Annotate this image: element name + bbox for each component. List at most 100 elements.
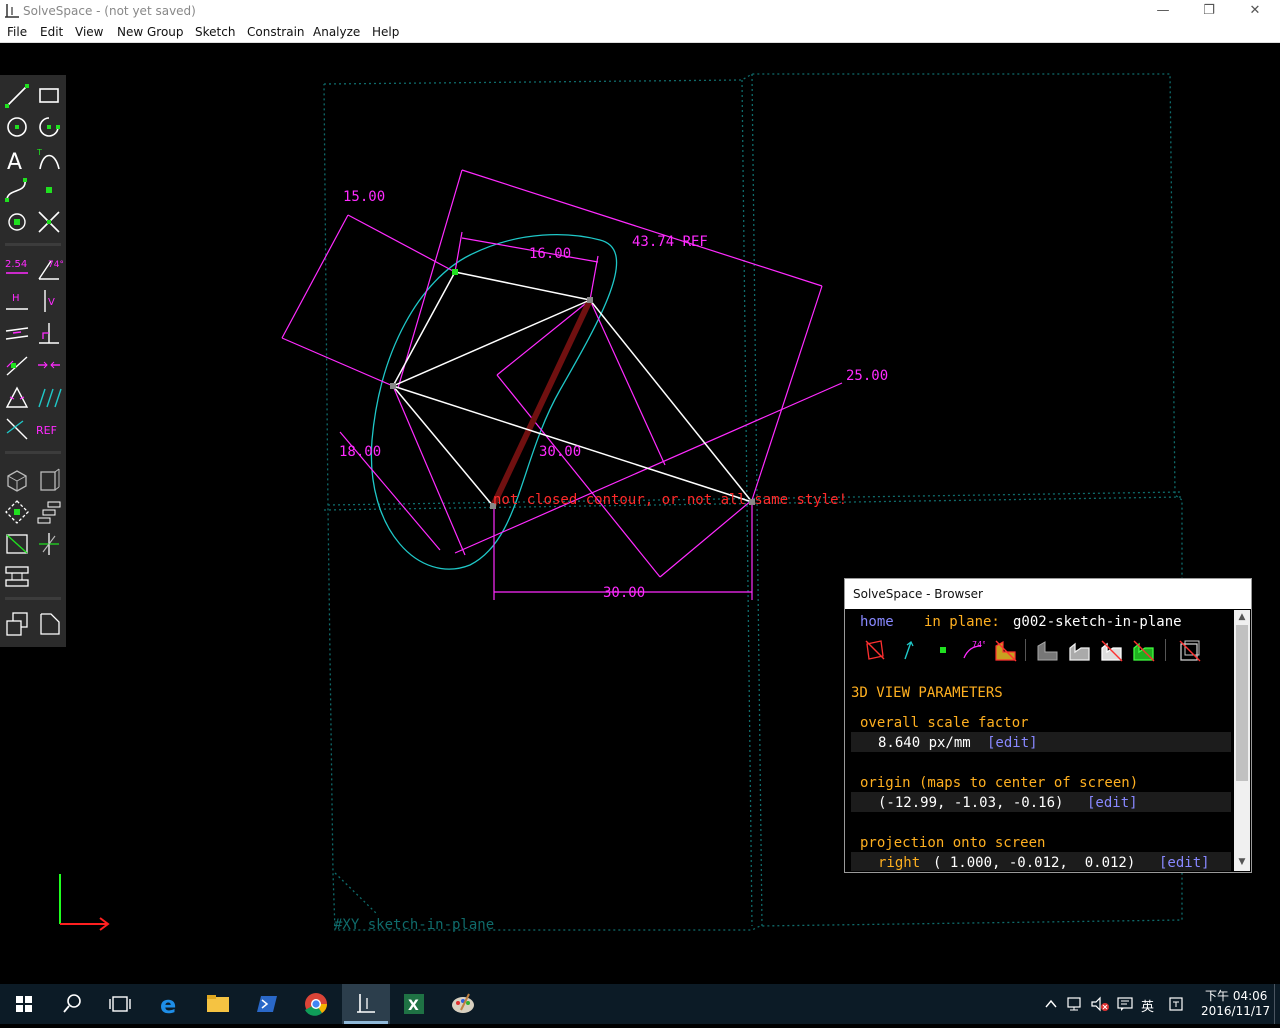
arc-icon[interactable] [35,113,63,141]
solvespace-icon [357,994,375,1013]
ime-mode-icon[interactable] [1168,996,1184,1012]
powershell-icon[interactable] [243,984,291,1024]
menu-help[interactable]: Help [372,25,399,39]
sketch-points[interactable] [390,269,755,509]
svg-text:74°: 74° [972,640,985,649]
sketch-in-new-workplane-icon[interactable] [35,610,63,638]
clock-time[interactable]: 下午 04:06 [1205,987,1267,1004]
edge-icon[interactable]: e [146,984,194,1024]
sketch-in-3d-icon[interactable] [3,610,31,638]
hide-workplanes-icon[interactable] [863,638,887,662]
construction-toggle-icon[interactable] [3,415,31,443]
menu-edit[interactable]: Edit [40,25,63,39]
show-points-icon[interactable] [931,638,955,662]
solid-edges-icon[interactable] [1067,638,1093,662]
start-button[interactable] [0,984,48,1024]
show-constraints-icon[interactable]: 74° [961,638,985,662]
dim-15[interactable]: 15.00 [343,189,385,205]
sketch-toolbar: A T 2.54 74° H V REF [0,75,66,647]
volume-muted-icon[interactable] [1090,996,1110,1012]
extrude-icon[interactable] [35,530,63,558]
perspective-toggle-icon[interactable] [1177,638,1203,662]
perpendicular-constraint-icon[interactable] [35,319,63,347]
scrollbar-thumb[interactable] [1236,625,1248,781]
line-segment-icon[interactable] [3,82,31,110]
close-button[interactable]: ✕ [1232,0,1278,22]
step-translating-icon[interactable] [35,498,63,526]
menu-new-group[interactable]: New Group [117,25,184,39]
task-view-icon[interactable] [96,984,144,1024]
nearest-isometric-view-icon[interactable] [3,466,31,494]
open-contour-segment[interactable] [490,298,593,508]
menu-file[interactable]: File [7,25,27,39]
dim-30-diagonal[interactable]: 30.00 [539,444,581,460]
dim-18[interactable]: 18.00 [339,444,381,460]
split-curves-icon[interactable] [35,208,63,236]
vertical-constraint-icon[interactable]: V [35,287,63,315]
parallel-constraint-icon[interactable] [3,319,31,347]
tangent-arc-icon[interactable]: T [35,145,63,173]
paint-icon[interactable] [439,984,487,1024]
scroll-down-icon[interactable]: ▼ [1236,857,1248,869]
edit-projection-link[interactable]: [edit] [1159,855,1210,871]
distance-dimension-icon[interactable]: 2.54 [3,255,31,283]
circle-icon[interactable] [3,113,31,141]
nearest-ortho-view-icon[interactable] [35,466,63,494]
edit-origin-link[interactable]: [edit] [1087,795,1138,811]
clock-date[interactable]: 2016/11/17 [1201,1004,1270,1018]
menu-view[interactable]: View [75,25,103,39]
search-icon[interactable] [48,984,96,1024]
lathe-icon[interactable] [3,562,31,590]
text-icon[interactable]: A [3,145,31,173]
cubic-spline-icon[interactable] [3,176,31,204]
home-link[interactable]: home [860,614,894,630]
rectangle-icon[interactable] [35,82,63,110]
tray-chevron-up-icon[interactable] [1044,997,1058,1011]
network-icon[interactable] [1066,996,1084,1012]
excel-icon[interactable]: X [390,984,438,1024]
in-plane-label: in plane: [924,614,1000,630]
menu-sketch[interactable]: Sketch [195,25,235,39]
menu-bar: File Edit View New Group Sketch Constrai… [0,22,1280,43]
show-desktop-button[interactable] [1274,984,1275,1024]
point-on-line-icon[interactable] [3,351,31,379]
dim-16[interactable]: 16.00 [529,246,571,262]
angle-dimension-icon[interactable]: 74° [35,255,63,283]
menu-constrain[interactable]: Constrain [247,25,305,39]
horizontal-constraint-icon[interactable]: H [3,287,31,315]
menu-analyze[interactable]: Analyze [313,25,360,39]
axis-indicator [59,874,110,931]
reference-toggle-icon[interactable]: REF [35,415,63,443]
workplane-label: #XY sketch-in-plane [334,917,494,933]
show-faces-icon[interactable] [993,638,1019,662]
restore-button[interactable]: ❐ [1186,0,1232,22]
outline-icon[interactable] [1099,638,1125,662]
datum-point-icon[interactable] [35,176,63,204]
ime-language-indicator[interactable]: 英 [1141,996,1154,1015]
equal-length-icon[interactable] [3,383,31,411]
minimize-button[interactable]: — [1140,0,1186,22]
other-supplementary-icon[interactable] [35,383,63,411]
dim-43-74-ref[interactable]: 43.74 REF [632,234,708,250]
param-label-scale: overall scale factor [860,715,1029,731]
hidden-lines-icon[interactable] [1131,638,1157,662]
shaded-solid-icon[interactable] [1035,638,1061,662]
sketch-entities[interactable] [392,271,753,507]
dim-30-horizontal[interactable]: 30.00 [603,585,645,601]
file-explorer-icon[interactable] [194,984,242,1024]
show-normals-icon[interactable] [897,638,921,662]
param-value-origin: (-12.99, -1.03, -0.16) [878,795,1064,811]
dim-25[interactable]: 25.00 [846,368,888,384]
solvespace-taskbar-button[interactable] [342,984,390,1024]
icon-separator [1165,639,1166,661]
step-rotating-icon[interactable] [3,530,31,558]
chrome-icon[interactable] [292,984,340,1024]
section-title: 3D VIEW PARAMETERS [851,685,1003,701]
workplane-center-icon[interactable] [3,498,31,526]
workplane-point-icon[interactable] [3,208,31,236]
symmetric-constraint-icon[interactable] [35,351,63,379]
toolbar-separator [5,451,61,454]
scroll-up-icon[interactable]: ▲ [1236,612,1248,624]
action-center-icon[interactable] [1116,996,1134,1012]
edit-scale-link[interactable]: [edit] [987,735,1038,751]
